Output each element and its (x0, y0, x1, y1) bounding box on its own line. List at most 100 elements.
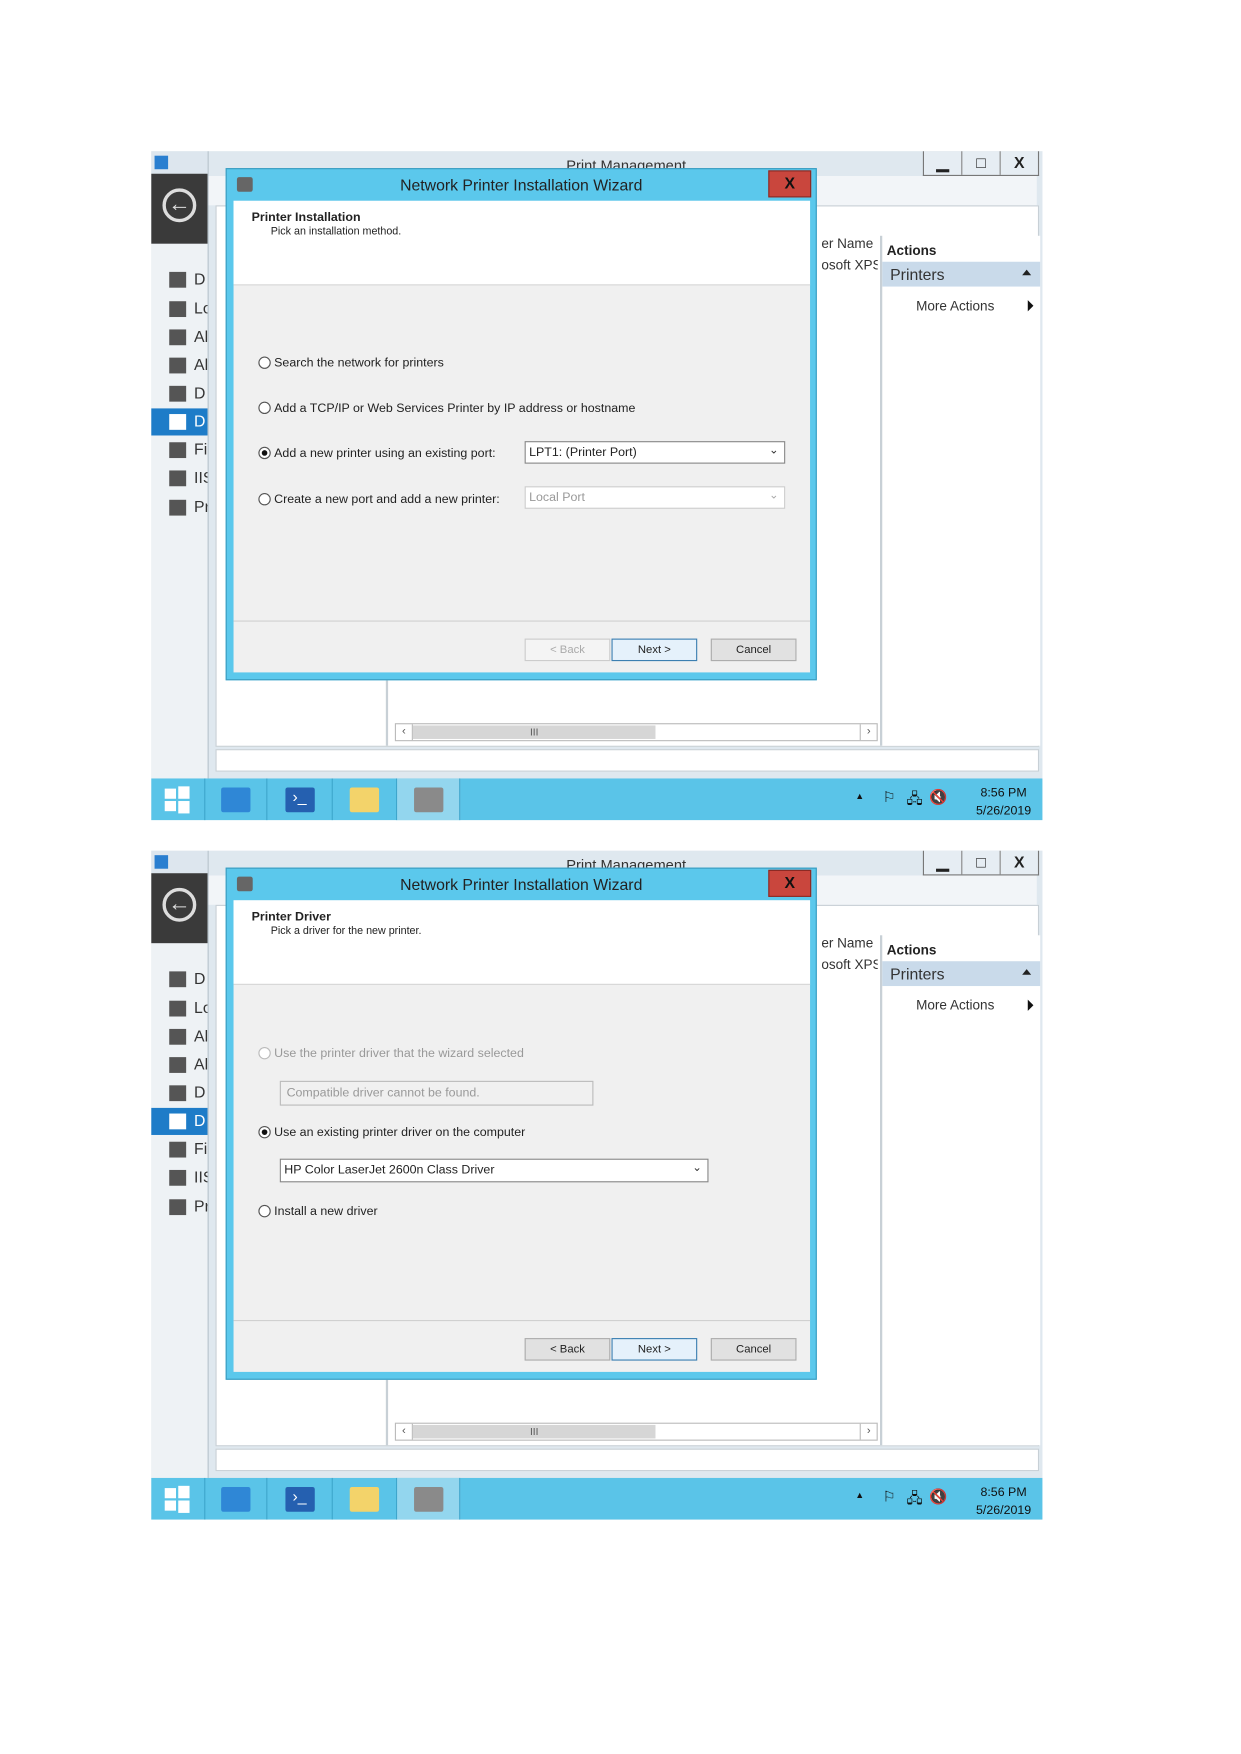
sidebar-item[interactable]: D (151, 1080, 207, 1107)
radio-label: Add a TCP/IP or Web Services Printer by … (274, 401, 636, 416)
sidebar-item[interactable]: D (151, 380, 207, 407)
taskbar-file-explorer[interactable] (333, 1477, 398, 1520)
flag-icon[interactable]: ⚐ (883, 1488, 896, 1506)
collapse-up-icon[interactable] (1022, 969, 1032, 975)
taskbar-powershell[interactable]: ›_ (267, 778, 333, 821)
scroll-thumb[interactable]: III (412, 725, 656, 739)
taskbar-server-manager[interactable] (205, 778, 268, 821)
driver-select[interactable]: HP Color LaserJet 2600n Class Driver ⌄ (279, 1158, 709, 1183)
scroll-left-icon[interactable]: ‹ (396, 724, 413, 741)
page: ← D Lo Al Al D D Fi IIS Pr Print Management ▁ □ … (0, 0, 1241, 1754)
network-icon[interactable]: 🖧 (907, 1488, 923, 1513)
back-button[interactable]: < Back (524, 1338, 611, 1361)
sidebar-item[interactable]: Al (151, 352, 208, 379)
scroll-thumb[interactable]: III (412, 1424, 656, 1439)
radio-option[interactable]: Add a new printer using an existing port… (258, 446, 496, 461)
next-button[interactable]: Next > (611, 638, 698, 662)
dialog-close-button[interactable]: X (768, 170, 812, 198)
back-arrow-icon[interactable]: ← (162, 188, 197, 223)
clock[interactable]: 8:56 PM 5/26/2019 (976, 784, 1031, 820)
sidebar-item[interactable]: IIS (151, 1164, 213, 1191)
volume-muted-icon[interactable]: 🔇 (929, 1488, 947, 1506)
radio-button[interactable] (258, 401, 271, 415)
scroll-right-icon[interactable]: › (859, 724, 877, 741)
sidebar-item[interactable]: Fi (151, 437, 207, 464)
maximize-button[interactable]: □ (961, 151, 999, 175)
start-button[interactable] (151, 778, 206, 821)
radio-label: Install a new driver (274, 1204, 378, 1219)
section-label: Printers (890, 964, 945, 983)
radio-option[interactable]: Add a TCP/IP or Web Services Printer by … (258, 401, 636, 416)
column-header-name[interactable]: er Name (821, 236, 877, 252)
list-item[interactable]: osoft XPS (821, 257, 877, 273)
cancel-button[interactable]: Cancel (710, 1338, 797, 1361)
radio-option[interactable]: Use an existing printer driver on the co… (258, 1125, 525, 1139)
radio-option[interactable]: Search the network for printers (258, 356, 444, 370)
field-value: Compatible driver cannot be found. (286, 1086, 480, 1100)
back-arrow-icon[interactable]: ← (162, 887, 197, 922)
scroll-right-icon[interactable]: › (859, 1423, 877, 1440)
show-hidden-icons[interactable]: ▲ (855, 1490, 864, 1500)
radio-label: Add a new printer using an existing port… (274, 446, 496, 461)
close-button[interactable]: X (999, 850, 1038, 875)
divider (233, 1319, 811, 1322)
radio-button[interactable] (258, 356, 271, 369)
chevron-down-icon: ⌄ (768, 489, 779, 503)
radio-button[interactable] (258, 1125, 271, 1139)
actions-printers-section[interactable]: Printers (882, 261, 1041, 287)
radio-button[interactable] (258, 446, 271, 460)
sidebar-item[interactable]: Pr (151, 1194, 210, 1221)
sidebar-item[interactable]: Lo (151, 296, 212, 323)
dialog-close-button[interactable]: X (768, 869, 812, 897)
radio-button[interactable] (258, 1204, 271, 1218)
radio-option[interactable]: Create a new port and add a new printer: (258, 493, 500, 507)
sidebar-item[interactable]: D (151, 266, 207, 293)
selected-value: HP Color LaserJet 2600n Class Driver (284, 1163, 495, 1177)
sidebar-item[interactable]: Lo (151, 995, 212, 1022)
sidebar-item[interactable]: Pr (151, 494, 210, 521)
taskbar-powershell[interactable]: ›_ (267, 1477, 333, 1520)
existing-port-select[interactable]: LPT1: (Printer Port) ⌄ (524, 441, 786, 464)
iis-icon (169, 470, 187, 487)
column-header-name[interactable]: er Name (821, 935, 877, 951)
sidebar-item[interactable]: Al (151, 324, 208, 351)
sidebar-item[interactable]: Al (151, 1051, 208, 1078)
more-actions-item[interactable]: More Actions (916, 997, 1034, 1013)
sidebar-item[interactable]: Al (151, 1023, 208, 1050)
step-heading: Printer Driver (251, 910, 331, 924)
next-button[interactable]: Next > (611, 1338, 698, 1361)
horizontal-scrollbar[interactable]: ‹ III › (394, 723, 878, 742)
scroll-left-icon[interactable]: ‹ (396, 1423, 413, 1440)
radio-option[interactable]: Install a new driver (258, 1204, 378, 1219)
radio-button[interactable] (258, 493, 271, 506)
more-actions-item[interactable]: More Actions (916, 298, 1034, 314)
taskbar-server-manager[interactable] (205, 1477, 268, 1520)
network-icon[interactable]: 🖧 (907, 789, 923, 814)
flag-icon[interactable]: ⚐ (883, 789, 896, 807)
taskbar-file-explorer[interactable] (333, 778, 398, 821)
start-button[interactable] (151, 1477, 206, 1520)
sidebar-item[interactable]: Fi (151, 1136, 207, 1163)
taskbar-print-management[interactable] (397, 778, 461, 821)
sidebar-item[interactable]: IIS (151, 465, 213, 492)
status-bar (215, 749, 1040, 772)
horizontal-scrollbar[interactable]: ‹ III › (394, 1422, 878, 1441)
sidebar-item[interactable]: D (151, 966, 207, 993)
close-button[interactable]: X (999, 151, 1038, 175)
all-servers-icon (169, 1057, 187, 1073)
maximize-button[interactable]: □ (961, 850, 999, 875)
show-hidden-icons[interactable]: ▲ (855, 791, 864, 801)
volume-muted-icon[interactable]: 🔇 (929, 789, 947, 807)
sidebar-item[interactable]: D (151, 1107, 208, 1135)
actions-printers-section[interactable]: Printers (882, 961, 1041, 987)
radio-label: Use the printer driver that the wizard s… (274, 1046, 524, 1061)
sidebar-item[interactable]: D (151, 408, 208, 436)
cancel-button[interactable]: Cancel (710, 638, 797, 662)
taskbar-print-management[interactable] (397, 1477, 461, 1520)
list-item[interactable]: osoft XPS (821, 957, 877, 973)
clock[interactable]: 8:56 PM 5/26/2019 (976, 1484, 1031, 1520)
minimize-button[interactable]: ▁ (924, 851, 961, 875)
minimize-button[interactable]: ▁ (924, 151, 961, 175)
file-services-icon (169, 1141, 187, 1158)
collapse-up-icon[interactable] (1022, 269, 1032, 276)
